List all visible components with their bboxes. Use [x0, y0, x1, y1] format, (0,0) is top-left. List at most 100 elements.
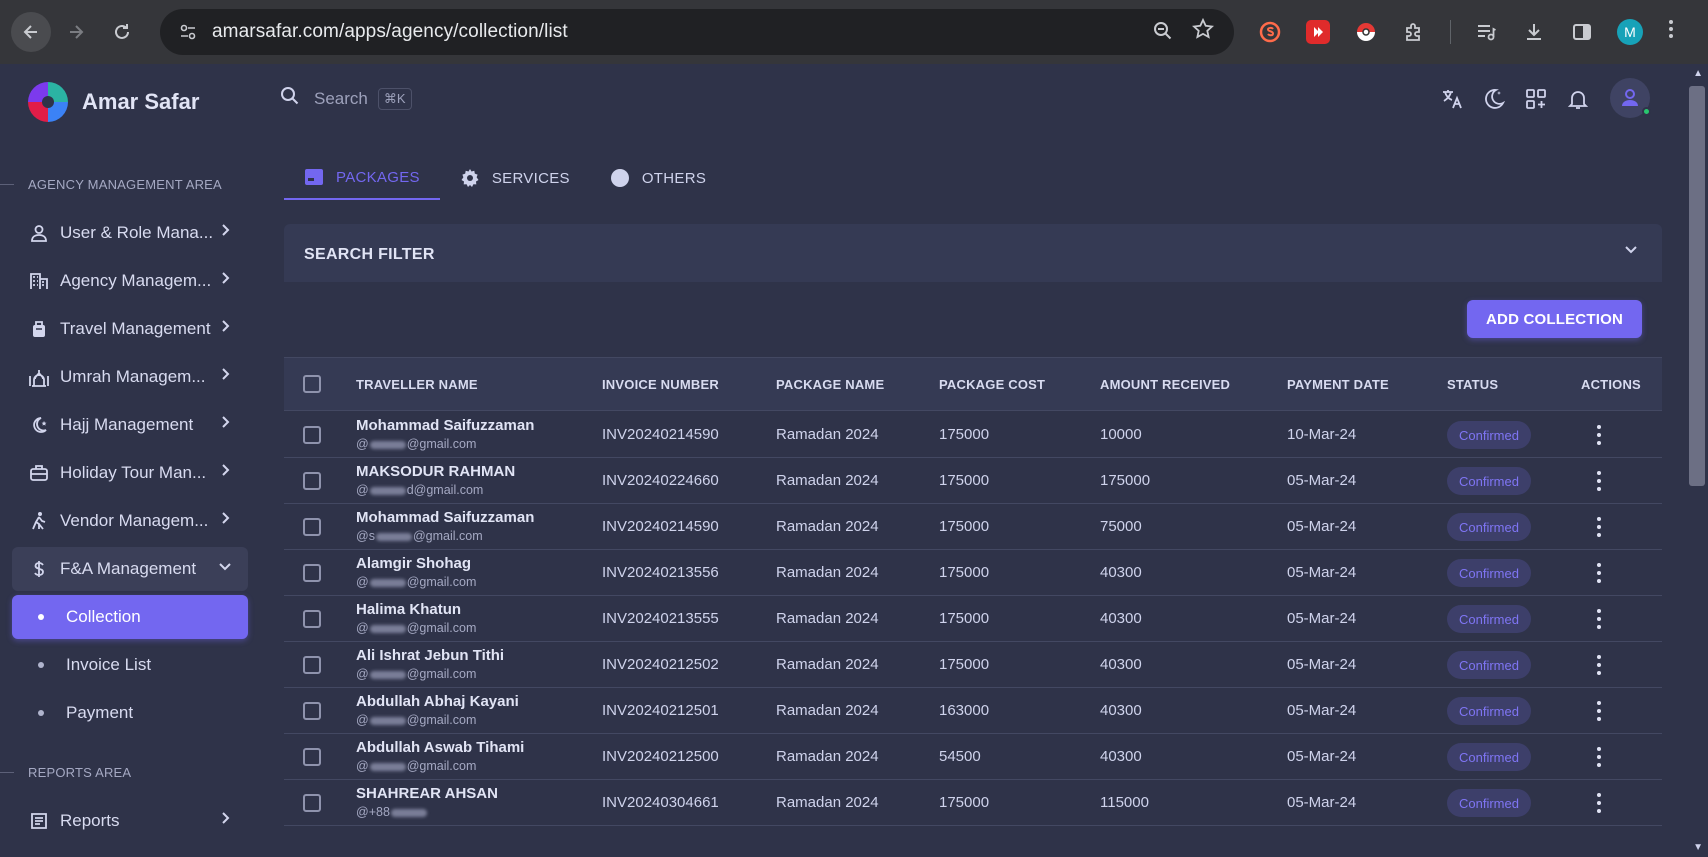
address-bar[interactable]: amarsafar.com/apps/agency/collection/lis… [160, 9, 1234, 55]
search-filter-panel[interactable]: SEARCH FILTER [284, 224, 1662, 282]
invoice-number: INV20240224660 [602, 472, 719, 489]
shortcuts-grid-icon[interactable] [1523, 86, 1549, 112]
col-payment-date[interactable]: PAYMENT DATE [1287, 377, 1389, 392]
package-name: Ramadan 2024 [776, 564, 879, 581]
tab-packages[interactable]: PACKAGES [284, 156, 440, 200]
extensions-puzzle-icon[interactable] [1402, 20, 1426, 44]
extension-video-icon[interactable] [1306, 20, 1330, 44]
media-control-icon[interactable] [1474, 20, 1498, 44]
translate-icon[interactable] [1439, 86, 1465, 112]
row-actions-kebab-icon[interactable] [1596, 517, 1602, 537]
traveller-email: @ @gmail.com [356, 575, 477, 589]
row-actions-kebab-icon[interactable] [1596, 747, 1602, 767]
sidebar-item-hajj[interactable]: Hajj Management [12, 403, 248, 447]
traveller-email: @ @gmail.com [356, 713, 477, 727]
row-actions-kebab-icon[interactable] [1596, 425, 1602, 445]
payment-date: 05-Mar-24 [1287, 518, 1357, 535]
row-actions-kebab-icon[interactable] [1596, 655, 1602, 675]
dark-mode-icon[interactable] [1481, 86, 1507, 112]
col-invoice-number[interactable]: INVOICE NUMBER [602, 377, 719, 392]
amount-received: 40300 [1100, 656, 1142, 673]
row-checkbox[interactable] [303, 656, 321, 674]
row-checkbox[interactable] [303, 472, 321, 490]
row-actions-kebab-icon[interactable] [1596, 793, 1602, 813]
user-icon [28, 222, 50, 244]
row-actions-kebab-icon[interactable] [1596, 609, 1602, 629]
row-checkbox[interactable] [303, 702, 321, 720]
row-checkbox[interactable] [303, 748, 321, 766]
invoice-number: INV20240304661 [602, 794, 719, 811]
col-traveller-name[interactable]: TRAVELLER NAME [356, 377, 478, 392]
package-cost: 175000 [939, 564, 990, 581]
row-checkbox[interactable] [303, 794, 321, 812]
sidebar-subitem-invoice-list[interactable]: Invoice List [12, 643, 248, 687]
status-badge: Confirmed [1447, 651, 1531, 679]
status-badge: Confirmed [1447, 605, 1531, 633]
scroll-up-icon[interactable]: ▲ [1693, 68, 1703, 79]
sidebar-subitem-payment[interactable]: Payment [12, 691, 248, 735]
sidebar-item-reports[interactable]: Reports [12, 799, 248, 843]
tab-services[interactable]: SERVICES [440, 156, 590, 200]
chevron-down-icon[interactable] [1624, 242, 1638, 261]
notification-bell-icon[interactable] [1565, 86, 1591, 112]
page-scrollbar[interactable]: ▲ ▼ [1686, 64, 1708, 857]
tab-label: PACKAGES [336, 168, 420, 186]
tab-label: SERVICES [491, 169, 570, 187]
sidebar-subitem-collection[interactable]: Collection [12, 595, 248, 639]
traveller-email: @+88 [356, 805, 428, 819]
select-all-checkbox[interactable] [303, 375, 321, 393]
side-panel-icon[interactable] [1570, 20, 1594, 44]
add-collection-button[interactable]: ADD COLLECTION [1467, 300, 1642, 338]
sidebar-item-agency[interactable]: Agency Managem... [12, 259, 248, 303]
user-avatar[interactable] [1610, 78, 1651, 118]
col-package-cost[interactable]: PACKAGE COST [939, 377, 1045, 392]
back-icon[interactable] [11, 12, 51, 52]
chevron-right-icon [218, 319, 232, 338]
global-search[interactable]: Search ⌘K [280, 86, 412, 112]
site-settings-icon[interactable] [178, 22, 198, 42]
bookmark-star-icon[interactable] [1191, 17, 1215, 46]
traveller-email: @ @gmail.com [356, 759, 477, 773]
zoom-icon[interactable] [1152, 20, 1174, 48]
sidebar-item-user-role[interactable]: User & Role Mana... [12, 211, 248, 255]
download-icon[interactable] [1522, 20, 1546, 44]
forward-icon[interactable] [59, 15, 93, 49]
row-checkbox[interactable] [303, 564, 321, 582]
luggage-icon [28, 318, 50, 340]
amount-received: 10000 [1100, 426, 1142, 443]
sidebar-item-umrah[interactable]: Umrah Managem... [12, 355, 248, 399]
extension-pokeball-icon[interactable] [1354, 20, 1378, 44]
row-actions-kebab-icon[interactable] [1596, 701, 1602, 721]
walking-icon [28, 510, 50, 532]
sidebar-item-travel[interactable]: Travel Management [12, 307, 248, 351]
payment-date: 05-Mar-24 [1287, 702, 1357, 719]
scrollbar-thumb[interactable] [1689, 86, 1705, 486]
brand[interactable]: Amar Safar [24, 78, 199, 126]
sidebar-item-vendor[interactable]: Vendor Managem... [12, 499, 248, 543]
section-title-agency: AGENCY MANAGEMENT AREA [0, 177, 222, 192]
row-checkbox[interactable] [303, 518, 321, 536]
extension-s-icon[interactable] [1258, 20, 1282, 44]
payment-date: 05-Mar-24 [1287, 564, 1357, 581]
reload-icon[interactable] [105, 15, 139, 49]
traveller-email: @ @gmail.com [356, 621, 477, 635]
sidebar-item-holiday-tour[interactable]: Holiday Tour Man... [12, 451, 248, 495]
sidebar-item-fa-management[interactable]: F&A Management [12, 547, 248, 591]
browser-profile-avatar[interactable]: M [1617, 19, 1643, 45]
col-package-name[interactable]: PACKAGE NAME [776, 377, 884, 392]
col-amount-received[interactable]: AMOUNT RECEIVED [1100, 377, 1230, 392]
row-checkbox[interactable] [303, 426, 321, 444]
package-name: Ramadan 2024 [776, 794, 879, 811]
tab-others[interactable]: OTHERS [590, 156, 726, 200]
row-actions-kebab-icon[interactable] [1596, 563, 1602, 583]
scroll-down-icon[interactable]: ▼ [1693, 842, 1703, 853]
browser-menu-icon[interactable] [1668, 18, 1674, 46]
col-status[interactable]: STATUS [1447, 377, 1498, 392]
sidebar-item-label: Holiday Tour Man... [60, 463, 207, 482]
package-name: Ramadan 2024 [776, 656, 879, 673]
row-checkbox[interactable] [303, 610, 321, 628]
bullet-icon [38, 614, 44, 620]
status-badge: Confirmed [1447, 513, 1531, 541]
traveller-email: @s @gmail.com [356, 529, 483, 543]
row-actions-kebab-icon[interactable] [1596, 471, 1602, 491]
